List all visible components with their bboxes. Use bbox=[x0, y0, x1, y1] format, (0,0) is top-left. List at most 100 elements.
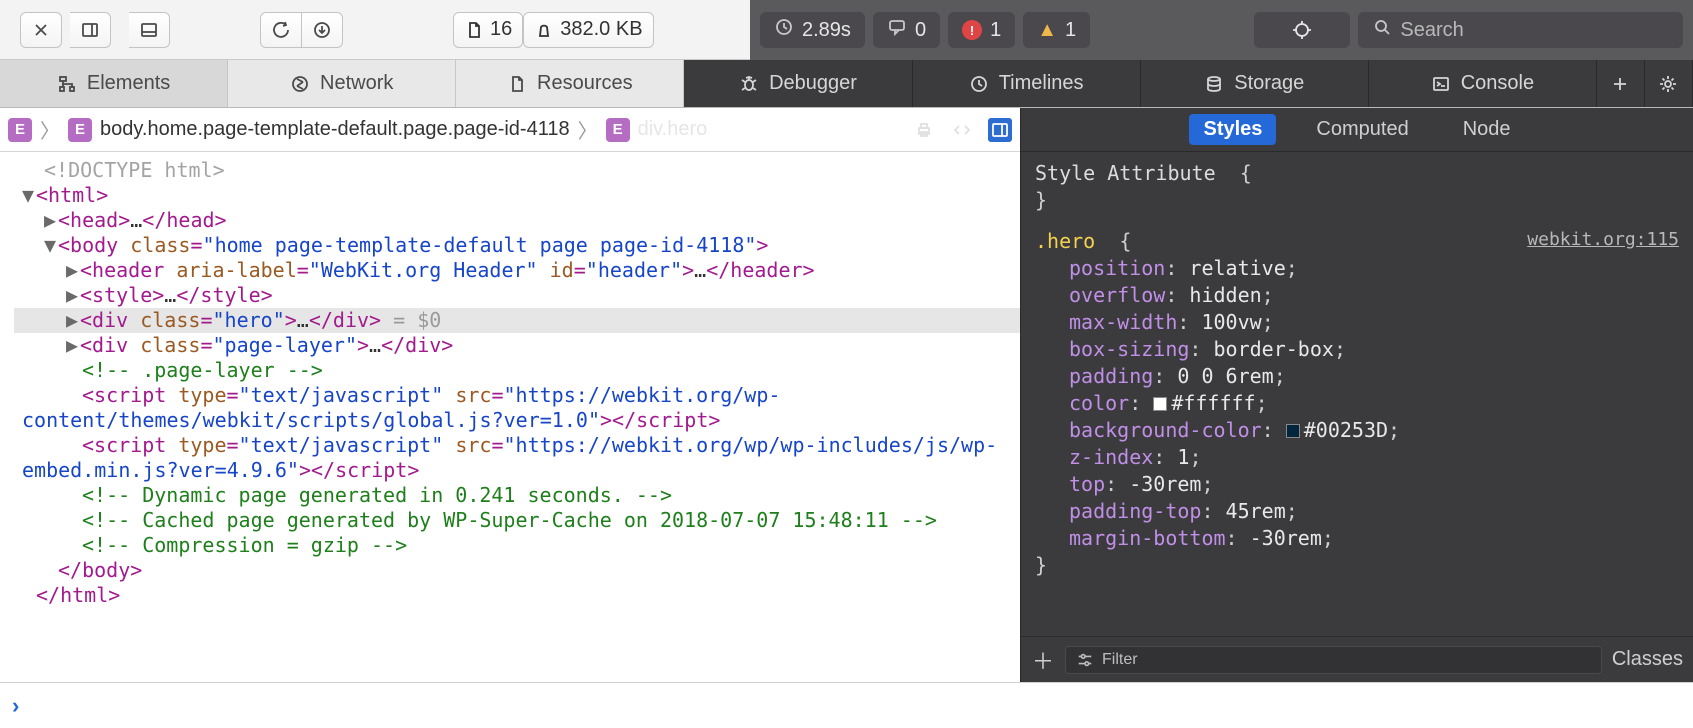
prop-value: 100vw bbox=[1201, 310, 1261, 334]
tab-storage[interactable]: Storage bbox=[1141, 60, 1369, 107]
dom-row[interactable]: <script type="text/javascript" src="http… bbox=[14, 433, 1020, 483]
dom-row[interactable]: </body> bbox=[14, 558, 1020, 583]
style-attribute-label: Style Attribute bbox=[1035, 161, 1216, 185]
css-declaration[interactable]: box-sizing: border-box; bbox=[1035, 336, 1679, 363]
tab-elements[interactable]: Elements bbox=[0, 60, 228, 107]
gear-icon bbox=[1658, 74, 1678, 94]
css-declaration[interactable]: z-index: 1; bbox=[1035, 444, 1679, 471]
reload-button[interactable] bbox=[260, 12, 302, 48]
transfer-size[interactable]: 382.0 KB bbox=[523, 12, 653, 48]
warning-icon: ▲ bbox=[1037, 19, 1057, 42]
search-field[interactable]: Search bbox=[1358, 12, 1683, 48]
dom-row[interactable]: ▶<header aria-label="WebKit.org Header" … bbox=[14, 258, 1020, 283]
tab-resources[interactable]: Resources bbox=[456, 60, 684, 107]
comment-cached: <!-- Cached page generated by WP-Super-C… bbox=[82, 508, 937, 532]
dom-row[interactable]: <!DOCTYPE html> bbox=[14, 158, 1020, 183]
tab-console[interactable]: Console bbox=[1369, 60, 1597, 107]
dock-bottom-button[interactable] bbox=[129, 12, 170, 48]
tab-network[interactable]: Network bbox=[228, 60, 456, 107]
print-icon[interactable] bbox=[912, 118, 936, 142]
dom-row[interactable]: <!-- Cached page generated by WP-Super-C… bbox=[14, 508, 1020, 533]
filter-placeholder: Filter bbox=[1102, 651, 1138, 669]
settings-button[interactable] bbox=[1645, 60, 1693, 107]
rule-hero: .hero { webkit.org:115 bbox=[1035, 228, 1679, 255]
dom-row[interactable]: <!-- .page-layer --> bbox=[14, 358, 1020, 383]
style-panel-tabs: Styles Computed Node bbox=[1021, 108, 1693, 152]
css-declaration[interactable]: top: -30rem; bbox=[1035, 471, 1679, 498]
document-count[interactable]: 16 bbox=[453, 12, 523, 48]
rule-selector: .hero bbox=[1035, 229, 1095, 253]
prop-value: 1 bbox=[1177, 445, 1189, 469]
prop-value: border-box bbox=[1214, 337, 1334, 361]
rule-origin[interactable]: webkit.org:115 bbox=[1527, 228, 1679, 252]
dom-row[interactable]: <!-- Dynamic page generated in 0.241 sec… bbox=[14, 483, 1020, 508]
breadcrumb-chip-body[interactable]: E bbox=[68, 118, 92, 142]
add-rule-button[interactable]: ＋ bbox=[1031, 644, 1055, 676]
css-declaration[interactable]: margin-bottom: -30rem; bbox=[1035, 525, 1679, 552]
dom-row[interactable]: ▶<head>…</head> bbox=[14, 208, 1020, 233]
style-tab-node[interactable]: Node bbox=[1449, 114, 1525, 145]
tab-debugger[interactable]: Debugger bbox=[684, 60, 912, 107]
dom-row-selected[interactable]: ▶<div class="hero">…</div> = $0 bbox=[14, 308, 1020, 333]
code-icon[interactable] bbox=[950, 118, 974, 142]
prop-name: padding-top bbox=[1069, 499, 1201, 523]
tab-label: Elements bbox=[87, 72, 170, 95]
dock-side-button[interactable] bbox=[70, 12, 111, 48]
css-declaration[interactable]: background-color: #00253D; bbox=[1035, 417, 1679, 444]
dom-row[interactable]: <script type="text/javascript" src="http… bbox=[14, 383, 1020, 433]
css-declaration[interactable]: max-width: 100vw; bbox=[1035, 309, 1679, 336]
load-time-value: 2.89s bbox=[802, 19, 851, 42]
console-strip[interactable]: › bbox=[0, 682, 1693, 728]
style-rules[interactable]: Style Attribute { } .hero { webkit.org:1… bbox=[1021, 152, 1693, 636]
dom-row[interactable]: ▼<html> bbox=[14, 183, 1020, 208]
crosshair-icon bbox=[1292, 20, 1312, 40]
header-aria-label: WebKit.org Header bbox=[321, 258, 526, 282]
search-placeholder: Search bbox=[1400, 19, 1463, 42]
resources-icon bbox=[507, 74, 527, 94]
prop-name: max-width bbox=[1069, 310, 1177, 334]
css-declaration[interactable]: color: #ffffff; bbox=[1035, 390, 1679, 417]
elements-panel-tools bbox=[912, 118, 1012, 142]
breadcrumb-chip-root[interactable]: E bbox=[8, 118, 32, 142]
dom-tree[interactable]: <!DOCTYPE html> ▼<html> ▶<head>…</head> … bbox=[0, 152, 1020, 682]
script-type: text/javascript bbox=[251, 383, 432, 407]
color-swatch bbox=[1286, 424, 1300, 438]
breadcrumb-chip-hero[interactable]: E bbox=[606, 118, 630, 142]
timelines-icon bbox=[969, 74, 989, 94]
dom-row[interactable]: <!-- Compression = gzip --> bbox=[14, 533, 1020, 558]
style-filter-input[interactable]: Filter bbox=[1065, 646, 1602, 674]
filter-icon bbox=[1076, 651, 1094, 669]
top-toolbar: 16 382.0 KB 2.89s 0 ! 1 ▲ 1 bbox=[0, 0, 1693, 60]
download-button[interactable] bbox=[302, 12, 343, 48]
dom-row[interactable]: ▶<style>…</style> bbox=[14, 283, 1020, 308]
css-declaration[interactable]: padding: 0 0 6rem; bbox=[1035, 363, 1679, 390]
errors-count[interactable]: ! 1 bbox=[948, 12, 1015, 48]
element-picker-button[interactable] bbox=[1254, 12, 1350, 48]
classes-toggle[interactable]: Classes bbox=[1612, 648, 1683, 671]
new-tab-button[interactable] bbox=[1597, 60, 1645, 107]
issues-count[interactable]: 0 bbox=[873, 12, 940, 48]
tab-label: Network bbox=[320, 72, 393, 95]
breadcrumb-body[interactable]: body.home.page-template-default.page.pag… bbox=[100, 118, 570, 141]
css-declaration[interactable]: position: relative; bbox=[1035, 255, 1679, 282]
dom-row[interactable]: ▶<div class="page-layer">…</div> bbox=[14, 333, 1020, 358]
header-id: header bbox=[598, 258, 670, 282]
style-tab-computed[interactable]: Computed bbox=[1302, 114, 1422, 145]
style-filter-bar: ＋ Filter Classes bbox=[1021, 636, 1693, 682]
style-tab-styles[interactable]: Styles bbox=[1189, 114, 1276, 145]
prop-value: #ffffff bbox=[1171, 391, 1255, 415]
breadcrumb-hero[interactable]: div.hero bbox=[638, 118, 708, 141]
css-declaration[interactable]: padding-top: 45rem; bbox=[1035, 498, 1679, 525]
css-declaration[interactable]: overflow: hidden; bbox=[1035, 282, 1679, 309]
warnings-count[interactable]: ▲ 1 bbox=[1023, 12, 1090, 48]
prop-name: position bbox=[1069, 256, 1165, 280]
close-button[interactable] bbox=[20, 12, 62, 48]
dom-row[interactable]: ▼<body class="home page-template-default… bbox=[14, 233, 1020, 258]
dom-row[interactable]: </html> bbox=[14, 583, 1020, 608]
transfer-size-value: 382.0 KB bbox=[560, 18, 642, 41]
toggle-right-sidebar-icon[interactable] bbox=[988, 118, 1012, 142]
load-time[interactable]: 2.89s bbox=[760, 12, 865, 48]
console-prompt-icon: › bbox=[12, 693, 19, 719]
tab-timelines[interactable]: Timelines bbox=[913, 60, 1141, 107]
warnings-value: 1 bbox=[1065, 19, 1076, 42]
